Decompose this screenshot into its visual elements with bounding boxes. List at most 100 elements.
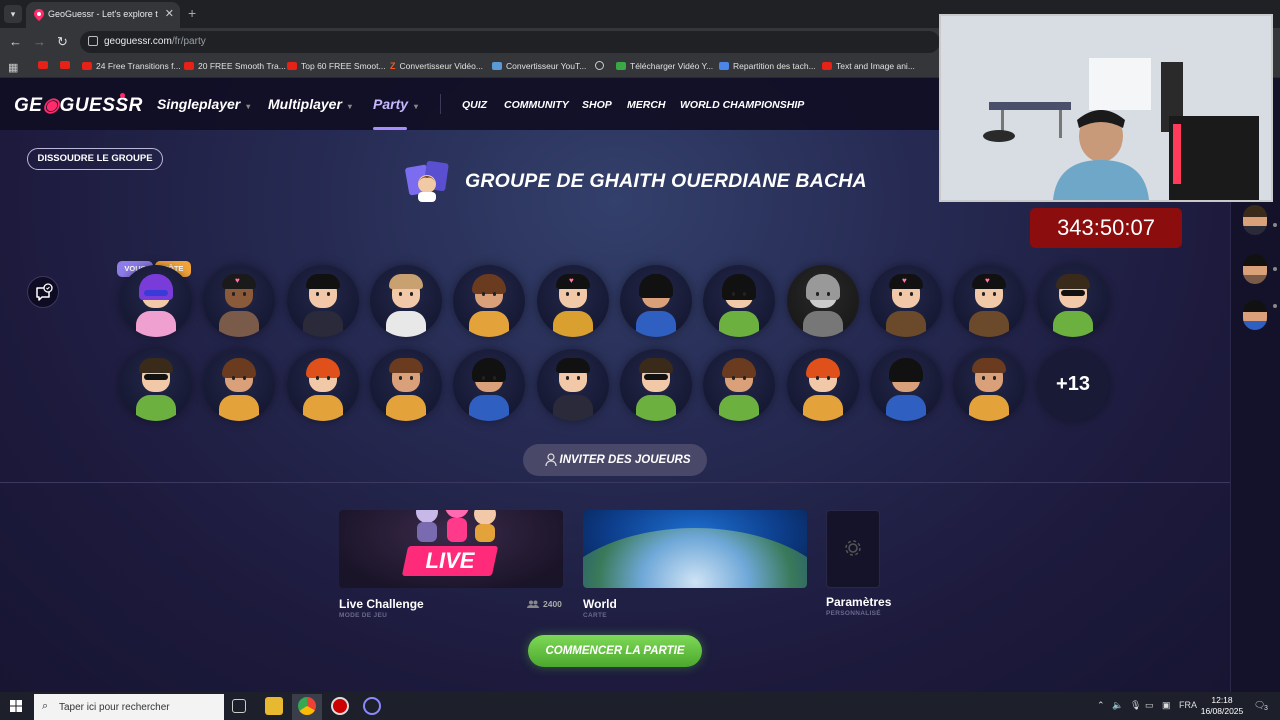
live-label: LIVE [425,548,475,573]
settings-card[interactable] [826,510,880,588]
file-explorer-icon[interactable] [265,697,283,715]
friend-avatar[interactable] [1243,300,1267,330]
player-avatar[interactable] [120,265,192,337]
bookmark-item[interactable]: Convertisseur YouT... [492,61,586,71]
player-avatar[interactable] [787,349,859,421]
nav-shop[interactable]: SHOP [582,99,612,111]
player-avatar[interactable] [287,265,359,337]
nav-community[interactable]: COMMUNITY [504,99,569,111]
live-challenge-title: Live Challenge [339,597,424,611]
new-tab-icon[interactable]: + [188,5,196,21]
nav-singleplayer[interactable]: Singleplayer ▾ [157,96,250,112]
browser-tab[interactable]: GeoGuessr - Let's explore the w ✕ [26,2,180,28]
bookmark-item[interactable] [595,61,608,70]
player-avatar[interactable]: ♥ [870,265,942,337]
bookmark-item[interactable]: Repartition des tach... [719,61,816,71]
player-avatar[interactable] [703,349,775,421]
bookmark-item[interactable]: 24 Free Transitions f... [82,61,181,71]
nav-quiz[interactable]: QUIZ [462,99,487,111]
reload-icon[interactable]: ↻ [57,34,68,50]
forward-arrow-icon[interactable]: → [33,34,46,50]
player-avatar[interactable] [370,349,442,421]
live-challenge-card[interactable]: LIVE [339,510,563,588]
nav-party[interactable]: Party ▾ [373,96,418,112]
search-icon: ⌕ [42,700,49,712]
sunglasses-icon [644,374,668,380]
bookmark-item[interactable]: Télécharger Vidéo Y... [616,61,713,71]
address-bar[interactable]: geoguessr.com/fr/party [80,31,940,53]
player-avatar[interactable] [537,349,609,421]
player-avatar[interactable] [1037,265,1109,337]
settings-title: Paramètres [826,595,892,609]
nav-world-championship[interactable]: WORLD CHAMPIONSHIP [680,99,804,111]
nav-merch[interactable]: MERCH [627,99,666,111]
players-icon [527,600,539,608]
windows-start-icon[interactable] [10,700,22,712]
more-players-count: +13 [1056,373,1090,395]
invite-players-button[interactable]: INVITER DES JOUEURS [523,444,707,476]
doc-icon [719,62,729,70]
chevron-down-icon: ▾ [246,102,251,111]
bookmark-item[interactable]: 20 FREE Smooth Tra... [184,61,286,71]
player-avatar[interactable] [120,349,192,421]
windows-taskbar: ⌕ Taper ici pour rechercher ⌃ 🔈 🎙 ▭ ▣ FR… [0,692,1280,720]
display-icon[interactable]: ▣ [1162,700,1171,711]
player-avatar[interactable] [453,349,525,421]
player-avatar[interactable] [620,349,692,421]
dissolve-group-button[interactable]: DISSOUDRE LE GROUPE [27,148,163,170]
task-view-icon[interactable] [232,699,246,713]
player-avatar[interactable] [870,349,942,421]
close-tab-icon[interactable]: ✕ [165,7,174,20]
language-indicator[interactable]: FRA [1179,700,1197,710]
more-players-indicator[interactable]: +13 [1037,349,1109,421]
chat-button[interactable] [27,276,59,308]
video-player-icon[interactable] [363,697,381,715]
back-arrow-icon[interactable]: ← [9,34,22,50]
bookmark-item[interactable]: Top 60 FREE Smoot... [287,61,386,71]
tab-search-button[interactable]: ▾ [4,5,22,23]
player-avatar[interactable]: ♥ [203,265,275,337]
chevron-down-icon: ▾ [347,102,352,111]
notification-count: 3 [1264,705,1268,712]
world-title: World [583,597,617,611]
sunglasses-icon [1061,290,1085,296]
network-icon[interactable]: ▭ [1145,700,1154,711]
player-avatar[interactable] [203,349,275,421]
player-avatar[interactable] [453,265,525,337]
player-avatar[interactable] [953,349,1025,421]
clock-date: 16/08/2025 [1200,706,1244,716]
webcam-overlay [939,14,1273,202]
bookmark-item[interactable]: Text and Image ani... [822,61,915,71]
youtube-icon [82,62,92,70]
url-text: geoguessr.com/fr/party [104,36,206,47]
obs-icon[interactable] [331,697,349,715]
player-avatar[interactable] [620,265,692,337]
site-info-icon[interactable] [88,36,98,46]
heart-icon: ♥ [235,276,240,285]
taskbar-clock[interactable]: 12:18 16/08/2025 [1200,695,1244,717]
player-avatar[interactable]: ♥ [953,265,1025,337]
stream-timer: 343:50:07 [1030,208,1182,248]
microphone-icon[interactable]: 🎙 [1130,700,1141,711]
player-avatar[interactable] [287,349,359,421]
player-avatar[interactable] [370,265,442,337]
taskbar-search-box[interactable]: ⌕ Taper ici pour rechercher [34,694,224,720]
world-map-card[interactable] [583,510,807,588]
apps-grid-icon[interactable]: ▦ [8,61,18,74]
player-avatar[interactable]: ♥ [537,265,609,337]
start-game-button[interactable]: COMMENCER LA PARTIE [528,635,702,667]
nav-multiplayer[interactable]: Multiplayer ▾ [268,96,352,112]
speaker-icon[interactable]: 🔈 [1112,700,1123,711]
bookmark-item[interactable]: Z Convertisseur Vidéo... [390,61,483,71]
gear-icon [845,540,861,556]
friend-avatar[interactable] [1243,254,1267,284]
player-count: 2400 [527,599,562,609]
bookmark-item[interactable] [60,61,74,69]
player-avatar[interactable] [703,265,775,337]
bookmark-item[interactable] [38,61,52,69]
tray-chevron-icon[interactable]: ⌃ [1097,700,1105,711]
friend-avatar[interactable] [1243,205,1267,235]
player-avatar[interactable] [787,265,859,337]
youtube-icon [287,62,297,70]
chrome-icon[interactable] [298,697,316,715]
